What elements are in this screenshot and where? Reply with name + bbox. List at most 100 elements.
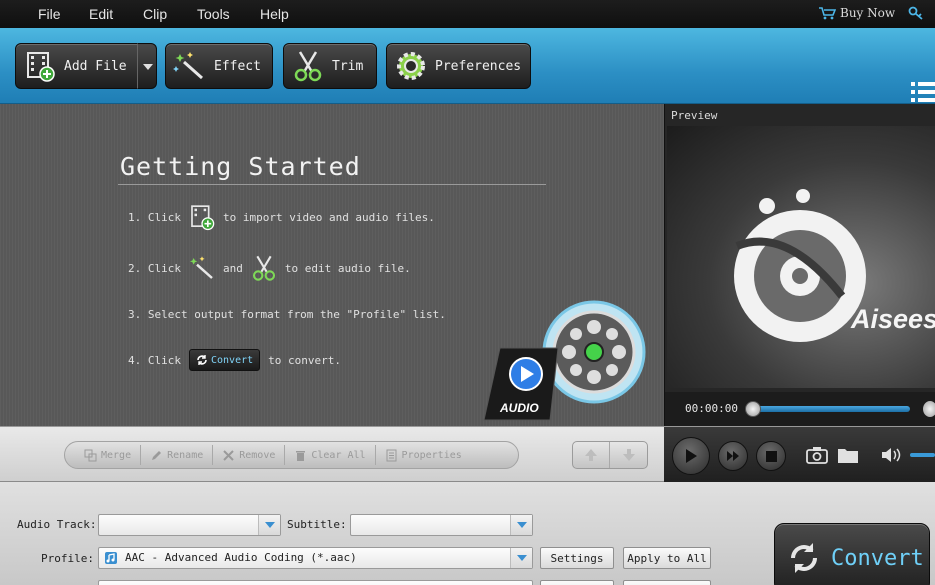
scissors-icon: [294, 51, 322, 82]
arrow-down-icon: [622, 449, 635, 461]
add-file-dropdown[interactable]: [137, 43, 157, 89]
mini-convert-label: Convert: [210, 354, 254, 366]
profile-label: Profile:: [41, 552, 94, 565]
preview-panel: Preview Aiseesoft 00:00:00: [664, 104, 935, 426]
seek-bar: 00:00:00: [665, 392, 935, 426]
trash-icon: [296, 450, 306, 461]
preferences-button[interactable]: Preferences: [386, 43, 531, 89]
magic-wand-icon: [189, 256, 213, 279]
settings-button[interactable]: Settings: [540, 547, 614, 569]
cart-icon: [819, 7, 836, 20]
subtitle-label: Subtitle:: [287, 518, 347, 531]
file-actions-group: Merge Rename Remove Clear All Properties: [64, 441, 519, 469]
folder-icon[interactable]: [837, 446, 859, 464]
profile-value: AAC - Advanced Audio Coding (*.aac): [125, 551, 357, 564]
document-icon: [386, 449, 397, 461]
aiseesoft-logo-icon: [734, 189, 866, 342]
menu-edit[interactable]: Edit: [89, 6, 113, 22]
add-file-button[interactable]: Add File: [15, 43, 138, 89]
properties-button[interactable]: Properties: [376, 445, 471, 465]
step-2-prefix: 2. Click: [128, 261, 181, 275]
step-2-suffix: to edit audio file.: [284, 261, 411, 275]
preview-screen: Aiseesoft: [667, 126, 935, 388]
camera-icon[interactable]: [806, 446, 828, 464]
menu-help[interactable]: Help: [260, 6, 289, 22]
play-button[interactable]: [672, 437, 710, 475]
step-3-text: 3. Select output format from the "Profil…: [128, 308, 446, 321]
rename-label: Rename: [167, 449, 204, 461]
getting-started-panel: Getting Started 1. Click to import video…: [0, 104, 664, 426]
seek-end-marker[interactable]: [923, 401, 935, 417]
buy-now-link[interactable]: Buy Now: [818, 6, 895, 20]
volume-slider[interactable]: [910, 453, 935, 457]
menu-bar: File Edit Clip Tools Help Buy Now: [0, 0, 935, 28]
list-view-icon[interactable]: [911, 80, 935, 104]
open-folder-button[interactable]: [623, 580, 711, 585]
chevron-down-icon: [510, 515, 532, 535]
scissors-icon: [252, 255, 275, 281]
register-link[interactable]: [908, 6, 924, 20]
menu-clip[interactable]: Clip: [143, 6, 167, 22]
chevron-down-icon: [510, 548, 532, 568]
mini-convert-button: Convert: [188, 349, 261, 371]
pencil-icon: [152, 450, 162, 460]
audio-format-icon: [105, 552, 117, 564]
convert-label: Convert: [831, 545, 924, 571]
add-file-label: Add File: [64, 58, 127, 74]
audio-badge-text: AUDIO: [499, 401, 539, 415]
audio-reel-graphic: AUDIO: [483, 300, 646, 421]
effect-label: Effect: [214, 58, 261, 74]
seek-knob[interactable]: [745, 401, 761, 417]
convert-arrows-icon: [197, 355, 207, 365]
play-icon: [686, 449, 697, 463]
properties-label: Properties: [401, 449, 462, 461]
clear-all-label: Clear All: [311, 449, 366, 461]
trim-button[interactable]: Trim: [283, 43, 377, 89]
chevron-down-icon: [258, 515, 280, 535]
apply-to-all-button[interactable]: Apply to All: [623, 547, 711, 569]
fast-forward-button[interactable]: [718, 441, 748, 471]
list-controls-bar: Merge Rename Remove Clear All Properties: [0, 426, 935, 483]
buy-now-label: Buy Now: [840, 6, 896, 20]
stop-icon: [765, 450, 777, 462]
fast-forward-icon: [727, 451, 739, 461]
profile-select[interactable]: AAC - Advanced Audio Coding (*.aac): [98, 547, 533, 569]
preferences-label: Preferences: [435, 58, 522, 74]
destination-field[interactable]: [98, 580, 533, 585]
seek-track[interactable]: [750, 406, 910, 412]
step-1: 1. Click to import video and audio files…: [128, 202, 435, 232]
effect-button[interactable]: Effect: [165, 43, 273, 89]
main-toolbar: Add File Effect Trim Preferences: [0, 28, 935, 104]
add-file-icon: [27, 52, 55, 82]
menu-file[interactable]: File: [38, 6, 61, 22]
step-4-suffix: to convert.: [268, 353, 341, 367]
remove-button[interactable]: Remove: [213, 445, 286, 465]
trim-label: Trim: [332, 58, 364, 74]
step-2: 2. Click and to edit audio file.: [128, 253, 411, 283]
step-4: 4. Click Convert to convert.: [128, 349, 341, 371]
audio-track-label: Audio Track:: [17, 518, 97, 531]
audio-track-select[interactable]: [98, 514, 281, 536]
step-2-and: and: [222, 261, 243, 275]
add-file-icon: [191, 205, 215, 231]
step-1-suffix: to import video and audio files.: [222, 210, 435, 224]
rename-button[interactable]: Rename: [141, 445, 214, 465]
step-1-prefix: 1. Click: [128, 210, 181, 224]
move-down-button[interactable]: [610, 442, 647, 468]
getting-started-title: Getting Started: [120, 152, 361, 181]
stop-button[interactable]: [756, 441, 786, 471]
remove-label: Remove: [239, 449, 276, 461]
player-controls: [664, 427, 935, 483]
merge-icon: [84, 449, 97, 461]
browse-button[interactable]: [540, 580, 614, 585]
move-up-button[interactable]: [573, 442, 611, 468]
menu-tools[interactable]: Tools: [197, 6, 230, 22]
merge-button[interactable]: Merge: [75, 445, 142, 465]
volume-icon[interactable]: [880, 446, 902, 464]
key-icon: [908, 6, 923, 20]
remove-icon: [223, 449, 234, 461]
subtitle-select[interactable]: [350, 514, 533, 536]
clear-all-button[interactable]: Clear All: [285, 445, 376, 465]
brand-watermark: Aiseesoft: [851, 304, 935, 334]
convert-button[interactable]: Convert: [774, 523, 930, 585]
